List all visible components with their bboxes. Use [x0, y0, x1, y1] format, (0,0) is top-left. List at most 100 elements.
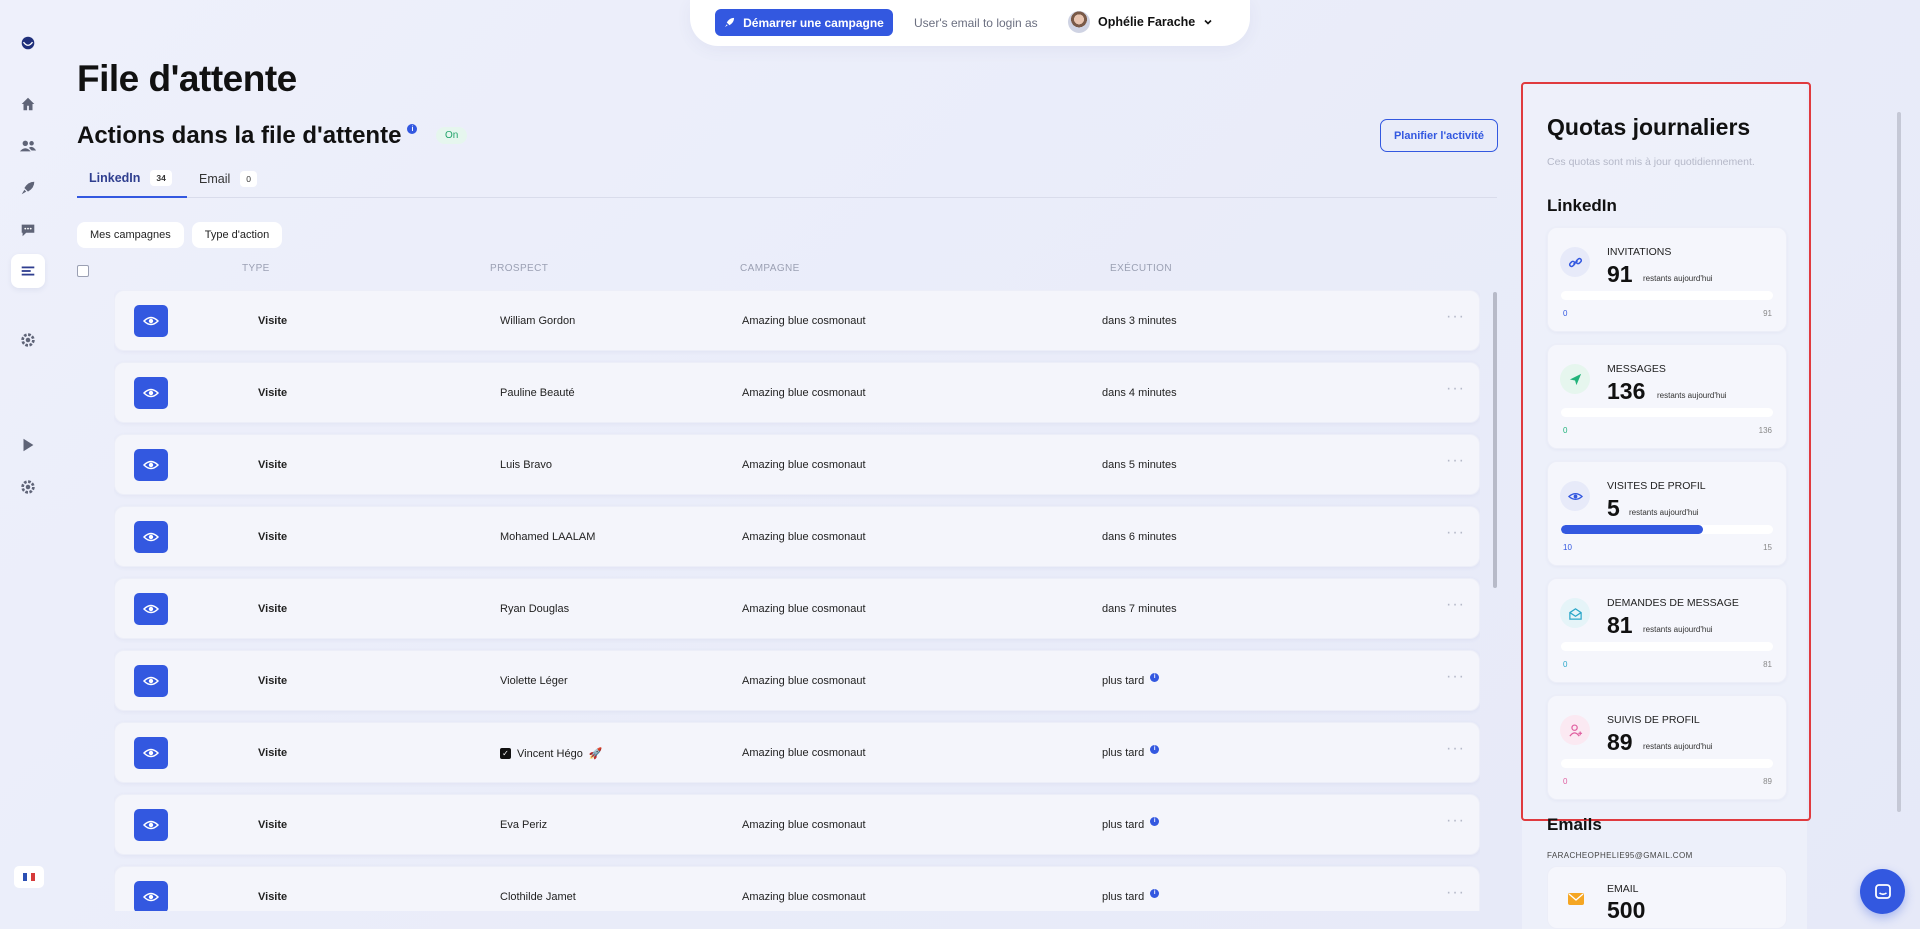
table-header: TYPE PROSPECT CAMPAGNE EXÉCUTION [0, 263, 1500, 279]
row-prospect[interactable]: Eva Periz [500, 819, 547, 831]
rocket-icon [725, 17, 735, 28]
quota-remaining-label: restants aujourd'hui [1657, 391, 1727, 400]
visit-eye-icon[interactable] [134, 665, 168, 697]
app-logo-icon[interactable] [14, 29, 42, 57]
row-more-options-icon[interactable]: ··· [1446, 884, 1465, 902]
page-title: File d'attente [77, 58, 297, 99]
email-address: FARACHEOPHELIE95@GMAIL.COM [1547, 851, 1693, 860]
row-more-options-icon[interactable]: ··· [1446, 812, 1465, 830]
row-execution: plus tard i [1102, 744, 1160, 759]
row-campaign[interactable]: Amazing blue cosmonaut [742, 891, 866, 903]
row-prospect[interactable]: William Gordon [500, 315, 575, 327]
emails-heading: Emails [1547, 815, 1602, 834]
row-more-options-icon[interactable]: ··· [1446, 524, 1465, 542]
row-prospect[interactable]: Violette Léger [500, 675, 568, 687]
table-scrollbar[interactable] [1493, 292, 1497, 588]
start-campaign-button[interactable]: Démarrer une campagne [715, 9, 893, 36]
language-flag-icon[interactable] [14, 866, 44, 888]
header-execution: EXÉCUTION [1110, 263, 1172, 274]
quota-max: 136 [1758, 426, 1772, 435]
row-campaign[interactable]: Amazing blue cosmonaut [742, 387, 866, 399]
info-icon[interactable]: i [1150, 672, 1160, 682]
row-more-options-icon[interactable]: ··· [1446, 380, 1465, 398]
row-prospect[interactable]: ✓ Vincent Hégo 🚀 [500, 747, 603, 760]
login-as-label: User's email to login as [914, 16, 1038, 30]
quota-max: 15 [1763, 543, 1772, 552]
row-campaign[interactable]: Amazing blue cosmonaut [742, 747, 866, 759]
header-type: TYPE [242, 263, 270, 274]
table-row[interactable]: Visite Mohamed LAALAM Amazing blue cosmona… [114, 506, 1480, 567]
quota-min: 0 [1563, 426, 1568, 435]
row-execution: dans 6 minutes [1102, 531, 1177, 543]
info-icon[interactable]: i [1150, 744, 1160, 754]
tabs: LinkedIn 34 Email 0 [77, 160, 1497, 198]
table-row[interactable]: Visite Luis Bravo Amazing blue cosmonaut da… [114, 434, 1480, 495]
row-campaign[interactable]: Amazing blue cosmonaut [742, 315, 866, 327]
quota-progress-bar [1561, 291, 1773, 300]
filter-action-type[interactable]: Type d'action [191, 222, 283, 248]
table-row[interactable]: Visite Violette Léger Amazing blue cosmona… [114, 650, 1480, 711]
visit-eye-icon[interactable] [134, 593, 168, 625]
visit-eye-icon[interactable] [134, 521, 168, 553]
email-quota-value: 500 [1607, 897, 1646, 923]
visit-eye-icon[interactable] [134, 449, 168, 481]
row-campaign[interactable]: Amazing blue cosmonaut [742, 819, 866, 831]
visit-eye-icon[interactable] [134, 881, 168, 911]
row-campaign[interactable]: Amazing blue cosmonaut [742, 603, 866, 615]
checkbox-emoji-icon: ✓ [500, 748, 511, 759]
visit-eye-icon[interactable] [134, 737, 168, 769]
home-icon[interactable] [14, 90, 42, 118]
row-prospect[interactable]: Mohamed LAALAM [500, 531, 595, 543]
top-bar: Démarrer une campagne User's email to lo… [690, 0, 1250, 46]
user-menu[interactable]: Ophélie Farache [1068, 11, 1213, 33]
tab-label: Email [199, 172, 231, 186]
tab-linkedin[interactable]: LinkedIn 34 [77, 160, 187, 198]
table-row[interactable]: Visite Clothilde Jamet Amazing blue cosmon… [114, 866, 1480, 911]
row-campaign[interactable]: Amazing blue cosmonaut [742, 675, 866, 687]
info-icon[interactable]: i [1150, 888, 1160, 898]
row-more-options-icon[interactable]: ··· [1446, 740, 1465, 758]
admin-settings-icon[interactable] [14, 473, 42, 501]
row-campaign[interactable]: Amazing blue cosmonaut [742, 459, 866, 471]
row-prospect[interactable]: Ryan Douglas [500, 603, 569, 615]
row-prospect[interactable]: Clothilde Jamet [500, 891, 576, 903]
visit-eye-icon[interactable] [134, 809, 168, 841]
row-type: Visite [258, 675, 288, 687]
row-prospect[interactable]: Luis Bravo [500, 459, 552, 471]
filter-my-campaigns[interactable]: Mes campagnes [77, 222, 184, 248]
quota-remaining-label: restants aujourd'hui [1629, 508, 1699, 517]
row-more-options-icon[interactable]: ··· [1446, 308, 1465, 326]
plan-activity-button[interactable]: Planifier l'activité [1380, 119, 1498, 152]
quota-value: 91 [1607, 261, 1633, 287]
settings-icon[interactable] [14, 326, 42, 354]
quota-value: 89 [1607, 729, 1633, 755]
link-icon [1560, 247, 1590, 277]
row-more-options-icon[interactable]: ··· [1446, 596, 1465, 614]
row-type: Visite [258, 891, 288, 903]
visit-eye-icon[interactable] [134, 305, 168, 337]
quota-label: DEMANDES DE MESSAGE [1607, 597, 1739, 609]
table-row[interactable]: Visite Eva Periz Amazing blue cosmonaut plu… [114, 794, 1480, 855]
table-row[interactable]: Visite Ryan Douglas Amazing blue cosmonaut… [114, 578, 1480, 639]
table-row[interactable]: Visite William Gordon Amazing blue cosmona… [114, 290, 1480, 351]
row-prospect[interactable]: Pauline Beauté [500, 387, 575, 399]
status-badge[interactable]: On [436, 127, 468, 144]
tab-count-badge: 34 [150, 170, 172, 186]
table-row[interactable]: Visite ✓ Vincent Hégo 🚀 Amazing blue cosmona… [114, 722, 1480, 783]
messages-icon[interactable] [14, 216, 42, 244]
quota-progress-bar [1561, 759, 1773, 768]
tab-email[interactable]: Email 0 [199, 160, 257, 198]
chat-support-button[interactable] [1860, 869, 1905, 914]
row-type: Visite [258, 387, 288, 399]
campaigns-rocket-icon[interactable] [14, 174, 42, 202]
visit-eye-icon[interactable] [134, 377, 168, 409]
row-more-options-icon[interactable]: ··· [1446, 668, 1465, 686]
row-more-options-icon[interactable]: ··· [1446, 452, 1465, 470]
info-icon[interactable]: i [407, 124, 418, 134]
table-row[interactable]: Visite Pauline Beauté Amazing blue cosmona… [114, 362, 1480, 423]
contacts-icon[interactable] [14, 132, 42, 160]
page-scrollbar[interactable] [1897, 112, 1901, 812]
info-icon[interactable]: i [1150, 816, 1160, 826]
row-campaign[interactable]: Amazing blue cosmonaut [742, 531, 866, 543]
play-icon[interactable] [14, 431, 42, 459]
